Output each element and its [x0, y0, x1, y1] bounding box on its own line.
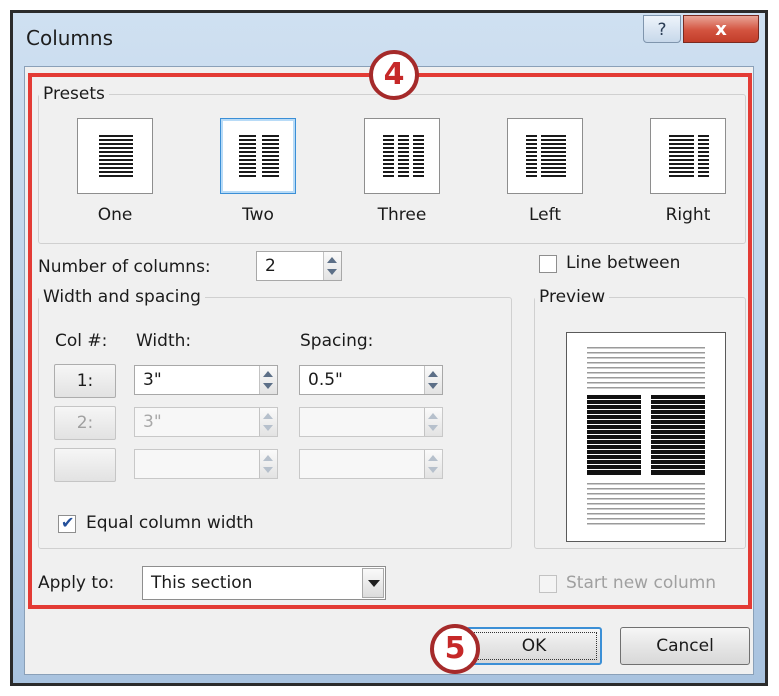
col-3-width-input[interactable]: [134, 449, 278, 479]
line-between-checkbox[interactable]: [539, 255, 557, 273]
dialog-title: Columns: [26, 26, 114, 50]
col-3-spacing-spinner[interactable]: [424, 450, 442, 478]
col-2-spacing-spinner[interactable]: [424, 408, 442, 436]
col-3-button[interactable]: [54, 448, 116, 482]
preset-one-icon: [99, 135, 133, 177]
apply-to-dropdown[interactable]: This section: [142, 566, 386, 600]
equal-column-width-label: Equal column width: [86, 513, 254, 533]
preset-right-button[interactable]: [650, 118, 726, 194]
col-1-width-spinner[interactable]: [259, 366, 277, 394]
dropdown-arrow-icon[interactable]: [362, 568, 384, 598]
apply-to-label: Apply to:: [38, 573, 115, 593]
start-new-column-checkbox[interactable]: [539, 575, 557, 593]
ok-button[interactable]: OK: [466, 627, 602, 665]
width-header: Width:: [136, 331, 192, 351]
col-1-width-input[interactable]: 3": [134, 365, 278, 395]
cancel-button[interactable]: Cancel: [620, 627, 750, 665]
preset-two-label: Two: [242, 205, 274, 225]
preset-left-label: Left: [529, 205, 561, 225]
col-1-button[interactable]: 1:: [54, 364, 116, 398]
col-1-spacing-value: 0.5": [308, 370, 343, 390]
number-of-columns-value: 2: [265, 256, 276, 276]
help-button[interactable]: ?: [643, 15, 681, 43]
col-1-spacing-spinner[interactable]: [424, 366, 442, 394]
checkmark-icon: ✔: [61, 513, 75, 532]
col-3-width-spinner[interactable]: [259, 450, 277, 478]
col-2-width-spinner[interactable]: [259, 408, 277, 436]
presets-legend: Presets: [43, 84, 105, 104]
preview-page: [566, 332, 726, 542]
col-1-spacing-input[interactable]: 0.5": [299, 365, 443, 395]
preset-three-label: Three: [377, 205, 427, 225]
col-1-width-value: 3": [143, 370, 162, 390]
step-5-callout: 5: [430, 624, 480, 674]
equal-column-width-checkbox[interactable]: ✔: [58, 513, 76, 533]
number-of-columns-input[interactable]: 2: [256, 251, 342, 281]
number-of-columns-label: Number of columns:: [38, 257, 211, 277]
apply-to-value: This section: [151, 573, 253, 593]
col-header: Col #:: [55, 331, 108, 351]
col-2-spacing-input[interactable]: [299, 407, 443, 437]
preset-three-icon: [383, 135, 424, 177]
preset-two-button[interactable]: [220, 118, 296, 194]
preset-one-button[interactable]: [77, 118, 153, 194]
col-2-width-input[interactable]: 3": [134, 407, 278, 437]
line-between-label: Line between: [566, 253, 681, 273]
preset-three-button[interactable]: [364, 118, 440, 194]
step-4-callout: 4: [369, 50, 419, 100]
preset-one-label: One: [97, 205, 133, 225]
close-button[interactable]: x: [683, 15, 759, 43]
col-2-button[interactable]: 2:: [54, 406, 116, 440]
preset-left-button[interactable]: [507, 118, 583, 194]
spacing-header: Spacing:: [300, 331, 374, 351]
number-of-columns-spinner[interactable]: [323, 252, 341, 280]
col-3-spacing-input[interactable]: [299, 449, 443, 479]
preview-page-image: [587, 347, 705, 525]
preset-right-icon: [669, 135, 709, 177]
preset-left-icon: [526, 135, 566, 177]
preview-legend: Preview: [539, 287, 606, 307]
preset-two-icon: [239, 135, 279, 177]
col-2-width-value: 3": [143, 412, 162, 432]
start-new-column-label: Start new column: [566, 573, 717, 593]
width-spacing-legend: Width and spacing: [43, 287, 201, 307]
preset-right-label: Right: [665, 205, 711, 225]
